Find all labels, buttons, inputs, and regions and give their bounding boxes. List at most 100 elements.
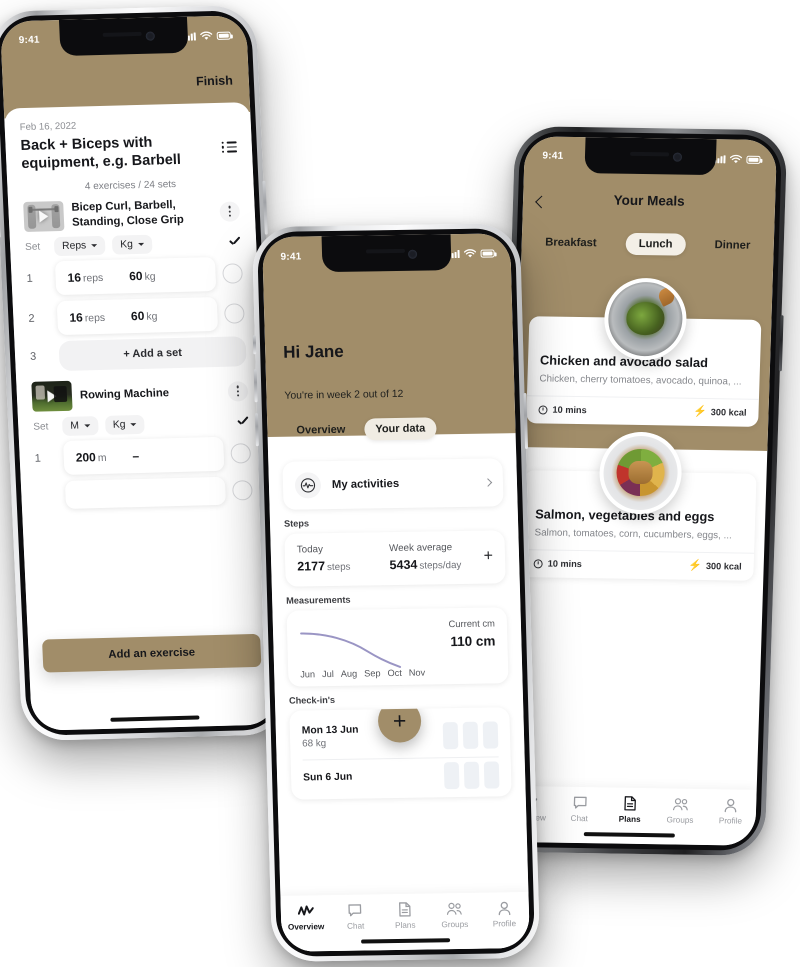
nav-item-groups[interactable]: Groups <box>655 796 706 825</box>
measurements-trend-chart <box>300 631 402 668</box>
check-all-icon[interactable] <box>236 415 250 428</box>
nav-item-profile[interactable]: Profile <box>479 900 529 929</box>
workout-meta: 4 exercises / 24 sets <box>84 178 177 193</box>
person-icon <box>497 900 511 915</box>
set-weight-value: – <box>132 448 140 463</box>
exercise-header: Bicep Curl, Barbell, Standing, Close Gri… <box>23 196 241 232</box>
set-complete-checkbox[interactable] <box>230 442 252 464</box>
set-weight-value: 60 <box>128 268 143 283</box>
phone-mockup-meals: 9:41 Your Meals Breakfast Lunch Dinner C… <box>492 126 788 856</box>
status-indicators <box>714 151 761 165</box>
meal-footer: 10 mins ⚡ 300 kcal <box>521 548 755 581</box>
wifi-icon <box>463 249 477 258</box>
check-all-icon[interactable] <box>228 235 242 248</box>
unit-dropdown-weight[interactable]: Kg <box>104 414 145 435</box>
play-icon <box>39 210 49 223</box>
people-icon <box>446 901 463 916</box>
battery-icon <box>746 155 761 164</box>
segment-breakfast[interactable]: Breakfast <box>532 231 610 254</box>
unit-dropdown-distance[interactable]: M <box>61 415 99 436</box>
set-values[interactable]: 200 m – <box>62 436 225 475</box>
wifi-icon <box>729 154 743 163</box>
unit-label: M <box>70 420 80 432</box>
chevron-right-icon <box>483 477 493 487</box>
set-values[interactable] <box>64 476 227 509</box>
play-icon <box>47 389 57 403</box>
finish-button[interactable]: Finish <box>196 74 233 89</box>
segment-dinner[interactable]: Dinner <box>701 234 763 257</box>
checkin-weight: 68 kg <box>302 738 327 750</box>
nav-item-plans[interactable]: Plans <box>380 901 430 930</box>
unit-label: Reps <box>61 240 87 252</box>
wifi-icon <box>200 31 213 40</box>
set-complete-checkbox[interactable] <box>231 479 253 501</box>
nav-item-plans[interactable]: Plans <box>604 795 655 824</box>
nav-item-overview[interactable]: Overview <box>281 903 331 932</box>
phone-screen: 9:41 Hi Jane You're in week 2 out of 12 … <box>262 233 530 952</box>
mute-switch[interactable] <box>252 335 257 355</box>
checkins-card[interactable]: + Mon 13 Jun 68 kg Sun 6 Jun <box>289 706 512 800</box>
steps-card[interactable]: Today 2177 steps Week average 5434 steps/d… <box>284 529 506 587</box>
chevron-down-icon <box>130 422 137 426</box>
status-indicators <box>448 246 495 260</box>
add-steps-button[interactable]: + <box>481 547 493 564</box>
set-index: 3 <box>29 350 37 363</box>
chevron-down-icon <box>83 423 90 428</box>
my-activities-card[interactable]: My activities <box>282 457 504 510</box>
chat-bubble-icon <box>573 795 587 810</box>
status-time: 9:41 <box>18 35 40 47</box>
status-time: 9:41 <box>542 150 564 163</box>
power-button[interactable] <box>778 315 784 372</box>
list-view-icon[interactable] <box>221 131 238 156</box>
set-row: 1 16 reps 60 kg <box>26 256 244 296</box>
dashboard-tabs: Overview Your data <box>285 417 437 442</box>
set-complete-checkbox[interactable] <box>222 262 244 284</box>
checkin-photo-placeholders <box>442 720 499 749</box>
greeting-title: Hi Jane <box>282 341 344 362</box>
battery-icon <box>480 249 495 258</box>
nav-item-profile[interactable]: Profile <box>705 797 756 826</box>
steps-week-value: 5434 <box>389 557 418 572</box>
set-reps-unit: reps <box>84 312 106 325</box>
exercise-options-icon[interactable] <box>219 201 241 222</box>
nav-label: Plans <box>618 814 641 825</box>
workout-title-row: Back + Biceps with equipment, e.g. Barbe… <box>20 131 238 174</box>
add-exercise-button[interactable]: Add an exercise <box>41 633 262 673</box>
steps-today-caption: Today <box>296 543 324 556</box>
meal-calories: ⚡ 300 kcal <box>688 559 742 572</box>
set-values[interactable]: 16 reps 60 kg <box>56 296 219 335</box>
set-header-row: Set M Kg <box>33 412 250 437</box>
unit-dropdown-reps[interactable]: Reps <box>53 235 106 256</box>
device-notch <box>584 137 717 176</box>
measurements-value: 110 cm <box>450 632 496 649</box>
greeting-subtitle: You're in week 2 out of 12 <box>284 389 404 403</box>
unit-label: Kg <box>119 238 134 251</box>
measurements-card[interactable]: Current cm 110 cm Jun Jul Aug Sep Oct No… <box>286 606 509 687</box>
tab-overview[interactable]: Overview <box>285 419 357 442</box>
nav-item-chat[interactable]: Chat <box>330 902 380 931</box>
measurements-current: Current cm 110 cm <box>448 617 495 649</box>
add-set-button[interactable]: + Add a set <box>58 335 247 371</box>
exercise-video-thumbnail[interactable] <box>23 200 65 232</box>
segment-lunch[interactable]: Lunch <box>625 232 686 256</box>
set-weight-unit: kg <box>146 311 158 323</box>
unit-dropdown-weight[interactable]: Kg <box>111 234 153 255</box>
exercise-options-icon[interactable] <box>227 380 249 402</box>
tab-your-data[interactable]: Your data <box>364 417 437 441</box>
set-values[interactable]: 16 reps 60 kg <box>54 256 217 295</box>
meal-kcal-label: 300 kcal <box>710 407 747 418</box>
checkin-row[interactable]: Sun 6 Jun <box>303 757 500 799</box>
phone-screen: 9:41 Your Meals Breakfast Lunch Dinner C… <box>502 136 778 846</box>
nav-label: Profile <box>718 816 743 826</box>
meal-time-label: 10 mins <box>547 558 583 570</box>
exercise-video-thumbnail[interactable] <box>31 380 73 412</box>
set-complete-checkbox[interactable] <box>223 302 245 324</box>
meal-footer: 10 mins ⚡ 300 kcal <box>526 394 759 427</box>
exercise-name: Rowing Machine <box>79 386 170 402</box>
nav-item-groups[interactable]: Groups <box>429 901 479 930</box>
workout-date: Feb 16, 2022 <box>19 120 77 133</box>
nav-item-chat[interactable]: Chat <box>554 795 605 824</box>
set-index: 1 <box>26 272 33 285</box>
person-icon <box>724 797 737 812</box>
meal-ingredients: Chicken, cherry tomatoes, avocado, quino… <box>539 373 742 388</box>
